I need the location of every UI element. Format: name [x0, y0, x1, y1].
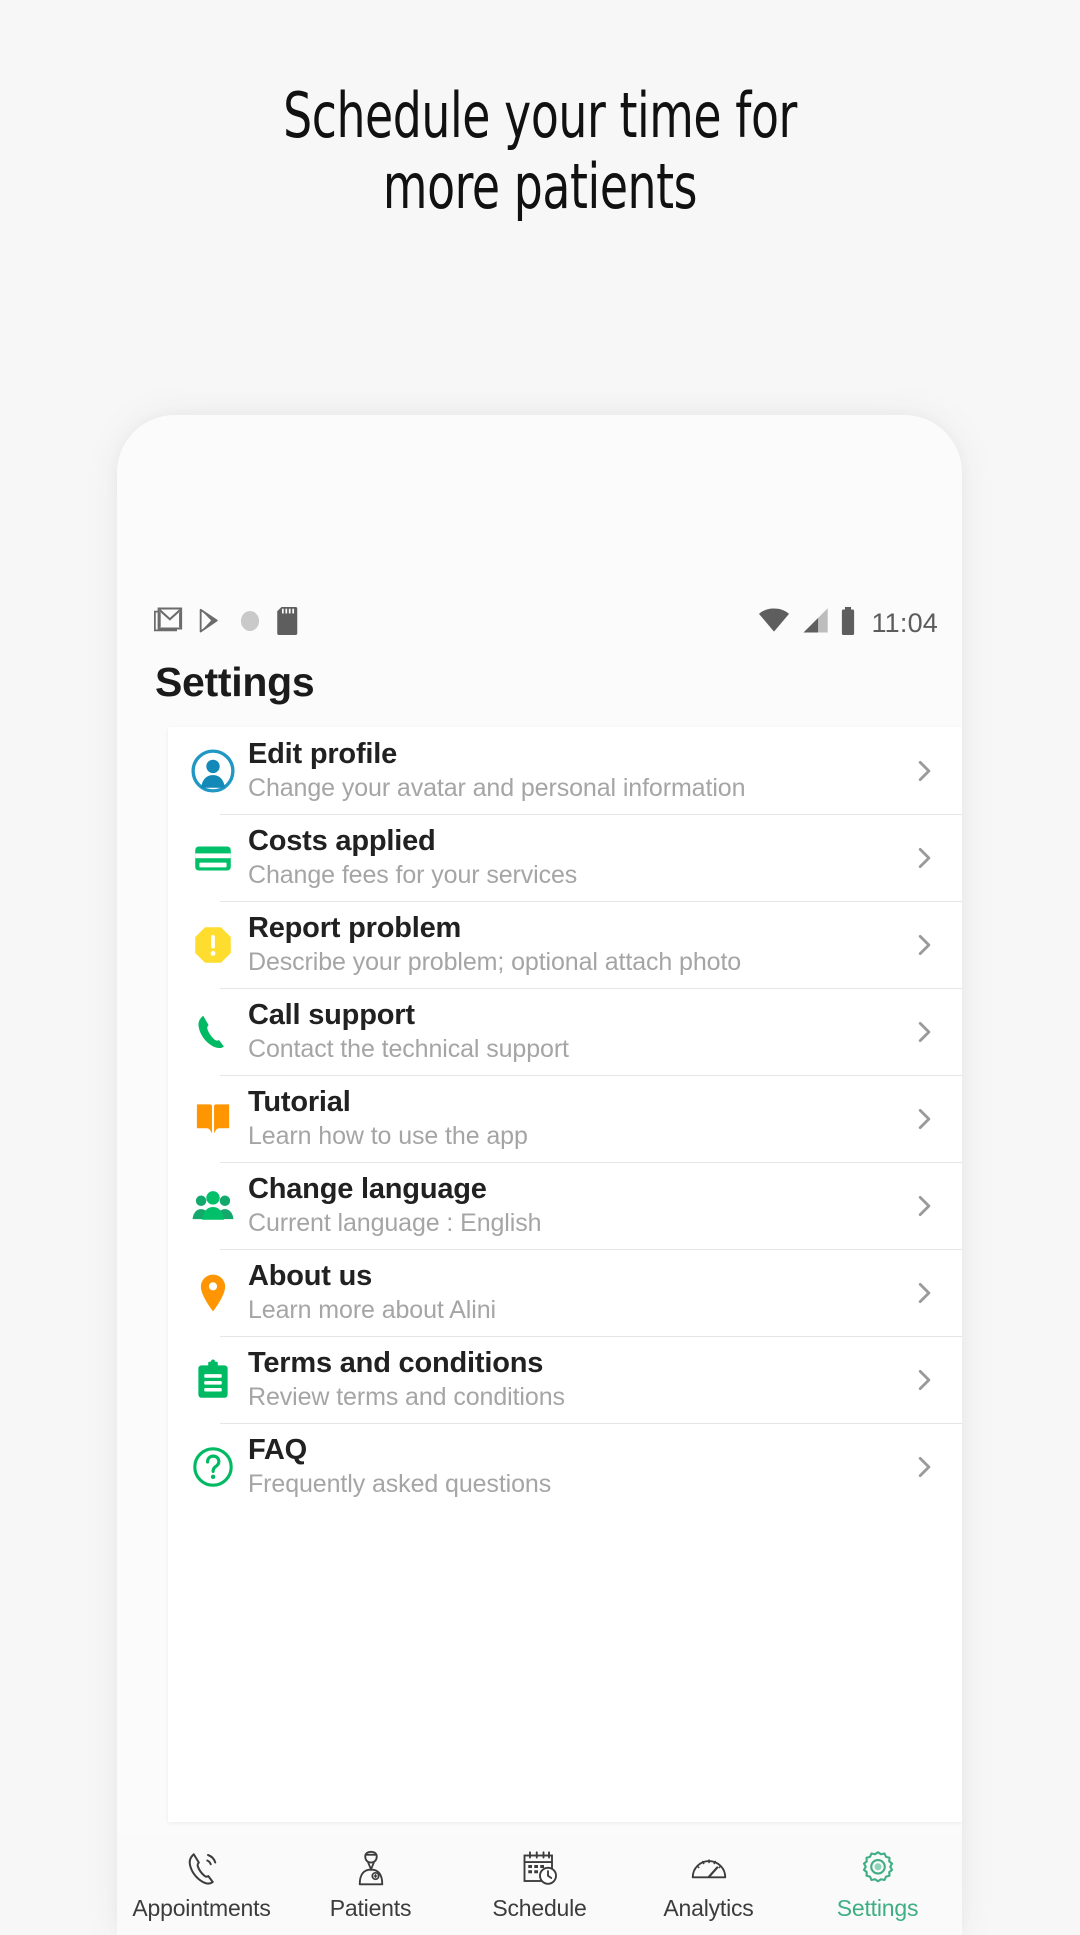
chevron-right-icon[interactable]: [904, 758, 944, 784]
chevron-right-icon[interactable]: [904, 1280, 944, 1306]
settings-row-title: Change language: [248, 1172, 487, 1205]
chevron-right-icon[interactable]: [904, 1367, 944, 1393]
settings-row-text: Costs applied Change fees for your servi…: [244, 825, 904, 890]
nav-tab-label: Analytics: [663, 1895, 754, 1921]
chevron-right-icon[interactable]: [904, 932, 944, 958]
people-icon: [182, 1175, 244, 1237]
credit-card-icon: [182, 827, 244, 889]
settings-row-title: Call support: [248, 998, 415, 1031]
gear-icon: [858, 1847, 898, 1889]
question-circle-icon: [182, 1436, 244, 1498]
nav-tab-appointments[interactable]: Appointments: [117, 1847, 286, 1922]
settings-row-title: FAQ: [248, 1433, 308, 1466]
nav-tab-patients[interactable]: Patients: [286, 1847, 455, 1922]
settings-row-change-language[interactable]: Change language Current language : Engli…: [168, 1162, 962, 1249]
settings-row-text: Change language Current language : Engli…: [244, 1173, 904, 1238]
book-icon: [182, 1088, 244, 1150]
settings-row-edit-profile[interactable]: Edit profile Change your avatar and pers…: [168, 727, 962, 814]
circle-icon: [237, 608, 263, 639]
chevron-right-icon[interactable]: [904, 1106, 944, 1132]
settings-row-title: Terms and conditions: [248, 1346, 544, 1379]
nav-tab-label: Patients: [329, 1895, 412, 1921]
phone-device-frame: 11:04 Settings Edit profile Change your …: [117, 415, 962, 1935]
settings-row-subtitle: Learn how to use the app: [248, 1122, 528, 1151]
gmail-icon: [153, 606, 183, 641]
settings-row-subtitle: Change your avatar and personal informat…: [248, 774, 746, 803]
settings-row-text: Tutorial Learn how to use the app: [244, 1086, 904, 1151]
nav-tab-analytics[interactable]: Analytics: [624, 1847, 793, 1922]
status-bar-notification-icons: [153, 606, 300, 641]
phone-screen: 11:04 Settings Edit profile Change your …: [117, 415, 962, 1935]
status-bar-system-icons: 11:04: [758, 606, 938, 640]
wifi-icon: [758, 607, 790, 639]
nav-tab-label: Schedule: [492, 1895, 587, 1921]
settings-row-title: Tutorial: [248, 1085, 351, 1118]
settings-row-subtitle: Review terms and conditions: [248, 1383, 565, 1412]
sd-card-icon: [276, 606, 300, 640]
settings-row-subtitle: Learn more about Alini: [248, 1296, 496, 1325]
settings-row-text: About us Learn more about Alini: [244, 1260, 904, 1325]
chevron-right-icon[interactable]: [904, 1193, 944, 1219]
settings-row-title: Edit profile: [248, 737, 398, 770]
settings-row-terms-and-conditions[interactable]: Terms and conditions Review terms and co…: [168, 1336, 962, 1423]
settings-row-subtitle: Frequently asked questions: [248, 1470, 552, 1499]
settings-row-tutorial[interactable]: Tutorial Learn how to use the app: [168, 1075, 962, 1162]
settings-row-text: FAQ Frequently asked questions: [244, 1434, 904, 1499]
nav-tab-settings[interactable]: Settings: [793, 1847, 962, 1922]
avatar-icon: [182, 740, 244, 802]
ringing-phone-icon: [182, 1847, 222, 1889]
settings-row-title: Report problem: [248, 911, 462, 944]
settings-row-about-us[interactable]: About us Learn more about Alini: [168, 1249, 962, 1336]
settings-row-report-problem[interactable]: Report problem Describe your problem; op…: [168, 901, 962, 988]
settings-row-subtitle: Describe your problem; optional attach p…: [248, 948, 742, 977]
gauge-icon: [689, 1847, 729, 1889]
promo-headline: Schedule your time for more patients: [97, 80, 983, 223]
clipboard-icon: [182, 1349, 244, 1411]
nav-tab-label: Settings: [836, 1895, 919, 1921]
promo-headline-line-1: Schedule your time for: [283, 79, 797, 152]
page-title: Settings: [155, 658, 315, 705]
chevron-right-icon[interactable]: [904, 845, 944, 871]
settings-row-title: Costs applied: [248, 824, 436, 857]
nav-tab-label: Appointments: [132, 1895, 271, 1921]
map-pin-icon: [182, 1262, 244, 1324]
battery-icon: [840, 606, 856, 640]
nav-tab-schedule[interactable]: Schedule: [455, 1847, 624, 1922]
settings-row-text: Report problem Describe your problem; op…: [244, 912, 904, 977]
bottom-navigation-bar: Appointments Patients Schedule Analytics…: [117, 1835, 962, 1935]
settings-row-subtitle: Change fees for your services: [248, 861, 578, 890]
settings-row-text: Terms and conditions Review terms and co…: [244, 1347, 904, 1412]
calendar-clock-icon: [520, 1847, 560, 1889]
chevron-right-icon[interactable]: [904, 1019, 944, 1045]
app-bar: Settings: [117, 646, 962, 718]
chevron-right-icon[interactable]: [904, 1454, 944, 1480]
status-bar-time: 11:04: [871, 607, 938, 638]
warning-icon: [182, 914, 244, 976]
phone-icon: [182, 1001, 244, 1063]
settings-row-title: About us: [248, 1259, 373, 1292]
settings-list: Edit profile Change your avatar and pers…: [168, 727, 962, 1510]
settings-row-text: Call support Contact the technical suppo…: [244, 999, 904, 1064]
promo-headline-line-2: more patients: [382, 150, 698, 224]
settings-row-costs-applied[interactable]: Costs applied Change fees for your servi…: [168, 814, 962, 901]
status-bar: 11:04: [117, 600, 962, 646]
settings-row-text: Edit profile Change your avatar and pers…: [244, 738, 904, 803]
cellular-signal-icon: [801, 607, 829, 639]
settings-row-subtitle: Current language : English: [248, 1209, 542, 1238]
settings-list-card: Edit profile Change your avatar and pers…: [168, 727, 962, 1822]
settings-row-call-support[interactable]: Call support Contact the technical suppo…: [168, 988, 962, 1075]
settings-row-faq[interactable]: FAQ Frequently asked questions: [168, 1423, 962, 1510]
doctor-icon: [351, 1847, 391, 1889]
settings-row-subtitle: Contact the technical support: [248, 1035, 569, 1064]
play-store-icon: [196, 607, 224, 640]
